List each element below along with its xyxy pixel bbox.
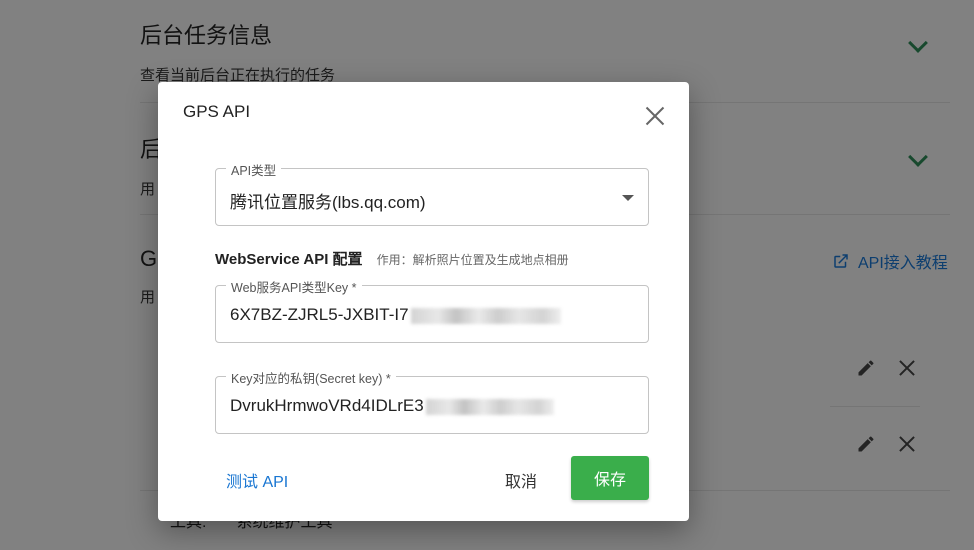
dropdown-arrow-icon[interactable]: [622, 195, 634, 201]
api-type-label: API类型: [226, 160, 282, 179]
test-api-button[interactable]: 测试 API: [226, 468, 288, 492]
gps-api-dialog: GPS API API类型 腾讯位置服务(lbs.qq.com) WebServ…: [158, 82, 689, 521]
api-type-value: 腾讯位置服务(lbs.qq.com): [230, 193, 426, 212]
api-key-field[interactable]: Web服务API类型Key * 6X7BZ-ZJRL5-JXBIT-I7: [215, 277, 649, 343]
api-key-input[interactable]: 6X7BZ-ZJRL5-JXBIT-I7: [230, 305, 561, 325]
save-button[interactable]: 保存: [571, 456, 649, 500]
section-title: WebService API 配置: [215, 251, 363, 268]
api-type-select[interactable]: API类型 腾讯位置服务(lbs.qq.com): [215, 160, 649, 226]
dialog-title: GPS API: [183, 102, 251, 121]
api-key-label: Web服务API类型Key *: [226, 277, 362, 296]
secret-key-value: DvrukHrmwoVRd4IDLrE3: [230, 396, 424, 415]
section-note: 作用：解析照片位置及生成地点相册: [376, 253, 569, 267]
secret-key-field[interactable]: Key对应的私钥(Secret key) * DvrukHrmwoVRd4IDL…: [215, 368, 649, 434]
redaction-blur: [410, 307, 561, 324]
cancel-button[interactable]: 取消: [505, 468, 537, 492]
webservice-section-header: WebService API 配置 作用：解析照片位置及生成地点相册: [215, 248, 569, 269]
secret-key-label: Key对应的私钥(Secret key) *: [226, 368, 396, 387]
close-icon[interactable]: [645, 106, 665, 126]
api-key-value: 6X7BZ-ZJRL5-JXBIT-I7: [230, 305, 409, 324]
secret-key-input[interactable]: DvrukHrmwoVRd4IDLrE3: [230, 396, 554, 416]
redaction-blur: [425, 398, 554, 415]
